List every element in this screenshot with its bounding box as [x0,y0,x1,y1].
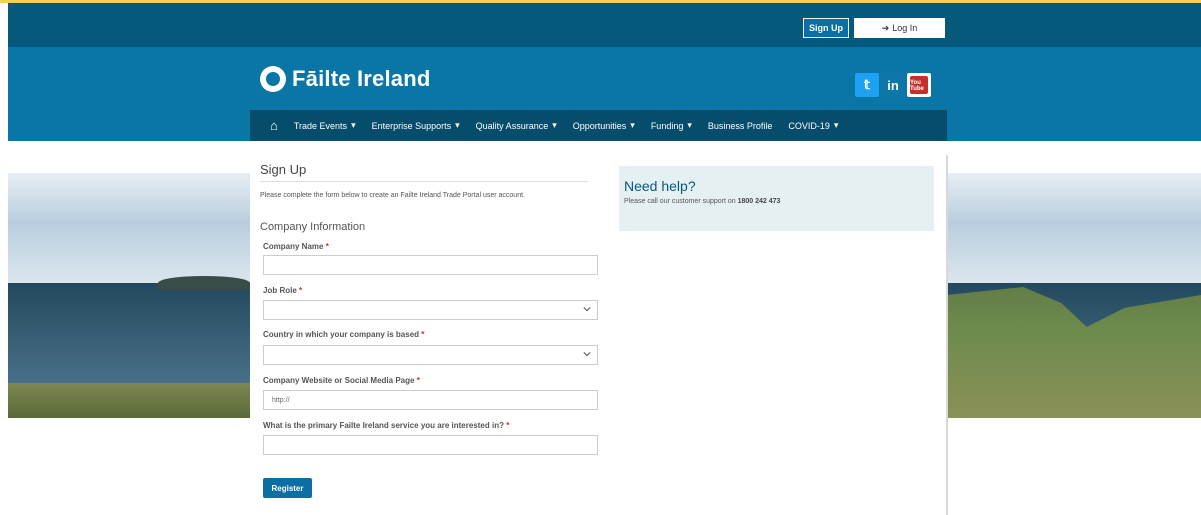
nav-item-label: Enterprise Supports [371,120,452,131]
primary-service-label: What is the primary Failte Ireland servi… [263,421,510,430]
login-arrow-icon: ➔ [881,22,890,33]
chevron-down-icon [583,307,591,312]
register-button[interactable]: Register [263,478,312,498]
twitter-icon[interactable]: 𝕥 [855,73,879,97]
section-title: Company Information [260,221,366,233]
nav-item-label: Business Profile [707,120,773,131]
top-bar [8,3,1201,47]
caret-down-icon: ▾ [833,120,839,130]
site-header [8,47,1201,110]
help-text: Please call our customer support on 1800… [624,198,781,205]
nav-item-trade-events[interactable]: Trade Events ▾ [294,120,356,131]
page-title: Sign Up [260,162,588,182]
company-name-input[interactable] [263,255,598,275]
form-intro: Please complete the form below to create… [260,192,525,199]
nav-item-label: Opportunities [572,120,627,131]
caret-down-icon: ▾ [630,120,635,130]
youtube-label: You Tube [910,76,928,94]
caret-down-icon: ▾ [351,120,356,130]
primary-service-input[interactable] [263,435,598,455]
background-landscape-left [8,173,250,418]
linkedin-icon[interactable]: in [881,73,905,97]
country-select[interactable] [263,345,598,365]
nav-item-covid-19[interactable]: COVID-19 ▾ [788,120,838,131]
website-label: Company Website or Social Media Page * [263,376,420,385]
nav-item-funding[interactable]: Funding ▾ [651,120,692,131]
caret-down-icon: ▾ [687,120,692,130]
brand-name: Fāilte Ireland [292,66,431,91]
nav-item-enterprise-supports[interactable]: Enterprise Supports ▾ [372,120,460,131]
nav-item-label: COVID-19 [788,120,830,131]
support-phone: 1800 242 473 [737,198,781,205]
youtube-icon[interactable]: You Tube [907,73,931,97]
job-role-label: Job Role * [263,286,303,295]
company-name-label: Company Name * [263,242,329,251]
site-logo[interactable]: Fāilte Ireland [260,62,431,96]
job-role-select[interactable] [263,300,598,320]
nav-item-label: Quality Assurance [475,120,549,131]
sign-up-label: Sign Up [809,23,843,33]
country-label: Country in which your company is based * [263,330,425,339]
main-nav: ⌂ Trade Events ▾ Enterprise Supports ▾ Qua… [250,110,947,141]
register-label: Register [271,483,304,493]
help-box: Need help? Please call our customer supp… [619,166,934,231]
nav-item-label: Funding [650,120,684,131]
log-in-button[interactable]: ➔ Log In [854,18,945,38]
caret-down-icon: ▾ [455,120,460,130]
background-landscape-right [947,173,1201,418]
home-icon[interactable]: ⌂ [270,118,278,133]
failte-ireland-logo-icon [260,66,286,92]
linkedin-label: in [887,77,899,93]
nav-item-quality-assurance[interactable]: Quality Assurance ▾ [476,120,557,131]
help-title: Need help? [624,178,696,194]
nav-item-business-profile[interactable]: Business Profile [708,121,773,131]
chevron-down-icon [583,352,591,357]
sign-up-button[interactable]: Sign Up [803,18,849,38]
caret-down-icon: ▾ [552,120,557,130]
nav-item-label: Trade Events [293,120,348,131]
nav-item-opportunities[interactable]: Opportunities ▾ [573,120,635,131]
panel-edge [946,155,948,515]
website-input[interactable]: http:// [263,390,598,410]
log-in-label: Log In [892,23,918,33]
